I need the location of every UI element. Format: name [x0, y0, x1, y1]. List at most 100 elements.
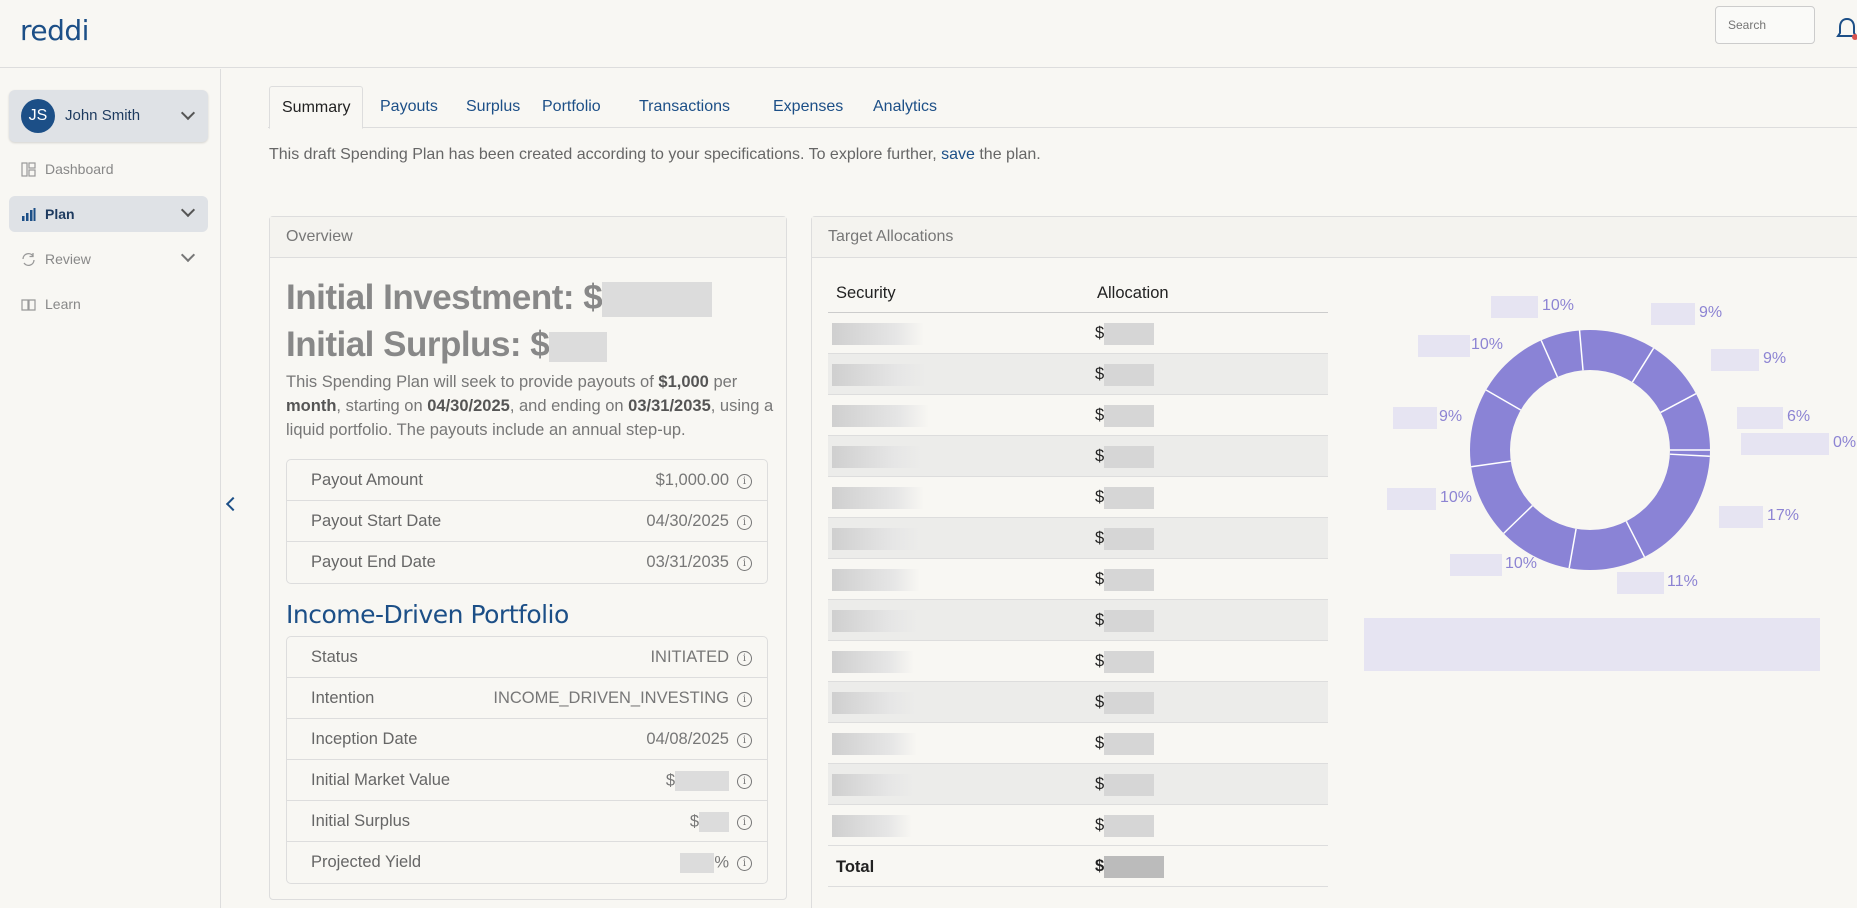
redacted-security-label: [1741, 433, 1829, 455]
kv-value: 04/30/2025: [646, 512, 729, 530]
info-icon[interactable]: i: [737, 474, 752, 489]
total-label: Total: [836, 858, 875, 876]
kv-value: INITIATED: [650, 648, 729, 666]
sidebar-item-learn[interactable]: Learn: [9, 286, 208, 322]
sidebar-item-label: Review: [45, 251, 91, 267]
initial-surplus-label: Initial Surplus: $: [286, 325, 550, 364]
table-row: $: [828, 354, 1328, 395]
tab-surplus[interactable]: Surplus: [454, 86, 532, 128]
sidebar-item-plan[interactable]: Plan: [9, 196, 208, 232]
redacted-amount: [1104, 815, 1154, 837]
collapse-sidebar-icon[interactable]: [225, 496, 241, 512]
currency-symbol: $: [1095, 488, 1105, 506]
donut-segments: [1470, 330, 1710, 570]
kv-row-initial-surplus: Initial Surplus $ i: [287, 801, 767, 842]
tab-expenses[interactable]: Expenses: [761, 86, 855, 128]
table-row: $: [828, 641, 1328, 682]
chart-legend: [1364, 618, 1820, 671]
currency-symbol: $: [1095, 775, 1105, 793]
info-icon[interactable]: i: [737, 733, 752, 748]
sidebar-item-label: Plan: [45, 206, 75, 222]
tab-summary[interactable]: Summary: [269, 86, 364, 129]
overview-header: Overview: [270, 217, 786, 258]
info-icon[interactable]: i: [737, 856, 752, 871]
tab-bar: Summary Payouts Surplus Portfolio Transa…: [268, 86, 1857, 129]
table-body: $ $ $ $ $ $ $ $ $ $ $ $ $: [828, 313, 1328, 846]
sidebar-item-review[interactable]: Review: [9, 241, 208, 277]
redacted-security-label: [1387, 488, 1436, 510]
portfolio-details: Status INITIATED i Intention INCOME_DRIV…: [286, 636, 768, 884]
kv-value: $: [666, 771, 729, 791]
kv-label: Projected Yield: [311, 853, 422, 871]
bell-icon[interactable]: [1836, 16, 1857, 42]
info-icon[interactable]: i: [737, 556, 752, 571]
donut-percent-label: 9%: [1699, 304, 1723, 321]
kv-value: 04/08/2025: [646, 730, 729, 748]
save-link[interactable]: save: [941, 146, 975, 163]
redacted-security: [832, 610, 918, 632]
currency-symbol: $: [1095, 693, 1105, 711]
sidebar-item-dashboard[interactable]: Dashboard: [9, 151, 208, 187]
redacted-amount: [1104, 323, 1154, 345]
kv-row-payout-amount: Payout Amount $1,000.00 i: [287, 460, 767, 501]
search-input[interactable]: [1715, 6, 1815, 44]
sidebar: JS John Smith Dashboard Plan Review Lear…: [0, 69, 221, 908]
kv-row-initial-market-value: Initial Market Value $ i: [287, 760, 767, 801]
reddi-logo[interactable]: reddi: [20, 14, 89, 47]
initial-investment-label: Initial Investment: $: [286, 278, 603, 317]
info-icon[interactable]: i: [737, 651, 752, 666]
info-icon[interactable]: i: [737, 774, 752, 789]
kv-value: $: [690, 812, 729, 832]
currency-symbol: $: [1095, 365, 1105, 383]
table-row: $: [828, 395, 1328, 436]
info-icon[interactable]: i: [737, 515, 752, 530]
donut-percent-label: 0%: [1833, 434, 1857, 451]
redacted-value: [549, 331, 608, 362]
tab-analytics[interactable]: Analytics: [861, 86, 949, 128]
table-header: Security Allocation: [828, 272, 1328, 313]
kv-row-payout-end: Payout End Date 03/31/2035 i: [287, 542, 767, 583]
table-row: $: [828, 559, 1328, 600]
redacted-security: [832, 364, 927, 386]
donut-percent-label: 17%: [1767, 507, 1800, 524]
kv-row-status: Status INITIATED i: [287, 637, 767, 678]
table-row: $: [828, 313, 1328, 354]
redacted-security-label: [1491, 296, 1538, 318]
redacted-amount: [1104, 528, 1154, 550]
tab-transactions[interactable]: Transactions: [627, 86, 742, 128]
user-menu[interactable]: JS John Smith: [9, 90, 208, 142]
kv-row-inception-date: Inception Date 04/08/2025 i: [287, 719, 767, 760]
table-row: $: [828, 723, 1328, 764]
redacted-value: [602, 282, 713, 318]
initial-surplus: Initial Surplus: $: [286, 325, 608, 365]
col-security: Security: [836, 284, 896, 302]
redacted-security: [832, 692, 916, 714]
chevron-down-icon: [180, 105, 196, 121]
redacted-security: [832, 569, 920, 591]
kv-label: Intention: [311, 689, 375, 707]
redacted-security-label: [1711, 349, 1759, 371]
redacted-security-label: [1450, 554, 1502, 576]
redacted-security: [832, 446, 922, 468]
redacted-amount: [1104, 733, 1154, 755]
portfolio-title: Income-Driven Portfolio: [286, 600, 569, 629]
donut-percent-label: 10%: [1440, 489, 1473, 506]
donut-percent-label: 9%: [1763, 350, 1787, 367]
info-icon[interactable]: i: [737, 815, 752, 830]
redacted-security: [832, 323, 924, 345]
donut-percent-label: 10%: [1505, 555, 1538, 572]
table-row: $: [828, 436, 1328, 477]
plan-description: This Spending Plan will seek to provide …: [286, 373, 774, 439]
info-icon[interactable]: i: [737, 692, 752, 707]
tab-payouts[interactable]: Payouts: [368, 86, 450, 128]
currency-symbol: $: [1095, 324, 1105, 342]
kv-row-projected-yield: Projected Yield % i: [287, 842, 767, 883]
avatar: JS: [21, 99, 55, 133]
redacted-amount: [1104, 364, 1154, 386]
redacted-security-label: [1651, 303, 1695, 325]
overview-card: Overview Initial Investment: $ Initial S…: [269, 216, 787, 900]
kv-label: Initial Surplus: [311, 812, 411, 830]
redacted-amount: [1104, 405, 1154, 427]
tab-portfolio[interactable]: Portfolio: [530, 86, 613, 128]
kv-label: Inception Date: [311, 730, 418, 748]
